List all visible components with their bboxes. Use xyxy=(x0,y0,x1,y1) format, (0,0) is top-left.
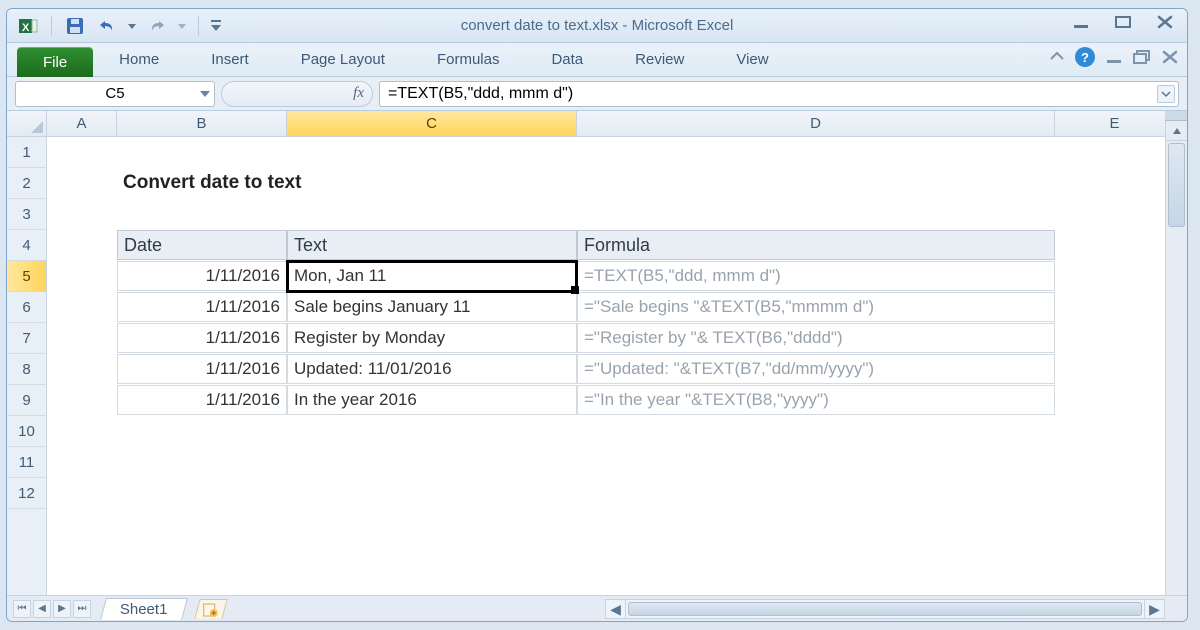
row-header-8[interactable]: 8 xyxy=(7,354,46,385)
row-header-5[interactable]: 5 xyxy=(7,261,46,292)
row-header-9[interactable]: 9 xyxy=(7,385,46,416)
tab-view[interactable]: View xyxy=(710,43,794,76)
row-header-6[interactable]: 6 xyxy=(7,292,46,323)
name-box[interactable]: C5 xyxy=(15,81,215,107)
qat-separator xyxy=(51,16,52,36)
app-name: Microsoft Excel xyxy=(632,17,734,34)
table-header-formula: Formula xyxy=(577,230,1055,260)
cell-c6[interactable]: Sale begins January 11 xyxy=(287,292,577,322)
select-all-corner[interactable] xyxy=(7,111,47,136)
fx-button[interactable]: fx xyxy=(221,81,373,107)
cell-c9[interactable]: In the year 2016 xyxy=(287,385,577,415)
row-header-11[interactable]: 11 xyxy=(7,447,46,478)
tab-insert[interactable]: Insert xyxy=(185,43,275,76)
cell-b5[interactable]: 1/11/2016 xyxy=(117,261,287,291)
cell-c7[interactable]: Register by Monday xyxy=(287,323,577,353)
table-header-date: Date xyxy=(117,230,287,260)
expand-formula-bar-icon[interactable] xyxy=(1157,85,1175,103)
cell-b7[interactable]: 1/11/2016 xyxy=(117,323,287,353)
help-icon[interactable]: ? xyxy=(1075,47,1095,67)
document-name: convert date to text.xlsx xyxy=(461,17,619,34)
save-icon[interactable] xyxy=(62,14,88,38)
col-header-b[interactable]: B xyxy=(117,111,287,136)
row-header-3[interactable]: 3 xyxy=(7,199,46,230)
formula-bar: C5 fx =TEXT(B5,"ddd, mmm d") xyxy=(7,77,1187,111)
titlebar: X convert date to text.xlsx - Microsoft … xyxy=(7,9,1187,43)
name-box-value: C5 xyxy=(105,85,124,102)
cell-b6[interactable]: 1/11/2016 xyxy=(117,292,287,322)
hscroll-thumb[interactable] xyxy=(628,602,1142,616)
sheet-nav-next-icon[interactable]: ▶ xyxy=(53,600,71,618)
row-header-1[interactable]: 1 xyxy=(7,137,46,168)
qat-customize-icon[interactable] xyxy=(209,14,223,38)
name-box-dropdown-icon[interactable] xyxy=(200,90,210,98)
row-header-2[interactable]: 2 xyxy=(7,168,46,199)
close-button[interactable] xyxy=(1151,12,1179,32)
cell-c8[interactable]: Updated: 11/01/2016 xyxy=(287,354,577,384)
excel-app-icon[interactable]: X xyxy=(15,14,41,38)
undo-dropdown-icon[interactable] xyxy=(126,14,138,38)
cell-d8[interactable]: ="Updated: "&TEXT(B7,"dd/mm/yyyy") xyxy=(577,354,1055,384)
quick-access-toolbar: X xyxy=(7,14,223,38)
sheet-title: Convert date to text xyxy=(117,168,287,198)
vertical-scrollbar[interactable] xyxy=(1165,121,1187,595)
sheet-nav-prev-icon[interactable]: ◀ xyxy=(33,600,51,618)
sheet-tab-sheet1[interactable]: Sheet1 xyxy=(100,598,187,620)
formula-input[interactable]: =TEXT(B5,"ddd, mmm d") xyxy=(379,81,1179,107)
workbook-minimize-icon[interactable] xyxy=(1105,50,1123,64)
tab-review[interactable]: Review xyxy=(609,43,710,76)
tab-formulas[interactable]: Formulas xyxy=(411,43,526,76)
cells-area[interactable]: Convert date to text Date Text Formula 1… xyxy=(47,137,1187,595)
column-headers: A B C D E xyxy=(7,111,1187,137)
scroll-right-icon[interactable]: ▶ xyxy=(1144,600,1164,618)
cell-d7[interactable]: ="Register by "& TEXT(B6,"dddd") xyxy=(577,323,1055,353)
col-header-d[interactable]: D xyxy=(577,111,1055,136)
row-header-7[interactable]: 7 xyxy=(7,323,46,354)
col-header-c[interactable]: C xyxy=(287,111,577,136)
split-handle[interactable] xyxy=(1165,111,1187,121)
ribbon-tabs: File Home Insert Page Layout Formulas Da… xyxy=(7,43,1187,77)
tab-data[interactable]: Data xyxy=(525,43,609,76)
window-controls xyxy=(1067,12,1179,32)
cell-c5[interactable]: Mon, Jan 11 xyxy=(287,261,577,291)
tab-home[interactable]: Home xyxy=(93,43,185,76)
horizontal-scrollbar[interactable]: ◀ ▶ xyxy=(605,599,1165,619)
row-header-12[interactable]: 12 xyxy=(7,478,46,509)
cell-d9[interactable]: ="In the year "&TEXT(B8,"yyyy") xyxy=(577,385,1055,415)
row-header-4[interactable]: 4 xyxy=(7,230,46,261)
scroll-up-icon[interactable] xyxy=(1166,121,1187,141)
scroll-thumb[interactable] xyxy=(1168,143,1185,227)
cell-d5[interactable]: =TEXT(B5,"ddd, mmm d") xyxy=(577,261,1055,291)
minimize-ribbon-icon[interactable] xyxy=(1049,50,1065,64)
ribbon-right-controls: ? xyxy=(1049,47,1179,67)
minimize-button[interactable] xyxy=(1067,12,1095,32)
scroll-left-icon[interactable]: ◀ xyxy=(606,600,626,618)
table-header-text: Text xyxy=(287,230,577,260)
formula-text: =TEXT(B5,"ddd, mmm d") xyxy=(388,85,573,103)
workbook-close-icon[interactable] xyxy=(1161,50,1179,64)
new-sheet-icon[interactable] xyxy=(194,599,227,619)
file-tab[interactable]: File xyxy=(17,47,93,77)
workbook-restore-icon[interactable] xyxy=(1133,50,1151,64)
redo-dropdown-icon[interactable] xyxy=(176,14,188,38)
fx-label: fx xyxy=(353,85,364,102)
cell-b9[interactable]: 1/11/2016 xyxy=(117,385,287,415)
col-header-a[interactable]: A xyxy=(47,111,117,136)
maximize-button[interactable] xyxy=(1109,12,1137,32)
excel-window: X convert date to text.xlsx - Microsoft … xyxy=(6,8,1188,622)
row-headers: 1 2 3 4 5 6 7 8 9 10 11 12 xyxy=(7,137,47,595)
sheet-nav-last-icon[interactable]: ⏭ xyxy=(73,600,91,618)
spreadsheet-grid[interactable]: A B C D E 1 2 3 4 5 6 7 8 9 10 11 12 xyxy=(7,111,1187,595)
cell-b8[interactable]: 1/11/2016 xyxy=(117,354,287,384)
qat-separator xyxy=(198,16,199,36)
tab-page-layout[interactable]: Page Layout xyxy=(275,43,411,76)
redo-icon[interactable] xyxy=(144,14,170,38)
svg-text:X: X xyxy=(22,22,30,34)
col-header-e[interactable]: E xyxy=(1055,111,1175,136)
sheet-tab-bar: ⏮ ◀ ▶ ⏭ Sheet1 ◀ ▶ xyxy=(7,595,1187,621)
undo-icon[interactable] xyxy=(94,14,120,38)
row-header-10[interactable]: 10 xyxy=(7,416,46,447)
sheet-nav-first-icon[interactable]: ⏮ xyxy=(13,600,31,618)
cell-d6[interactable]: ="Sale begins "&TEXT(B5,"mmmm d") xyxy=(577,292,1055,322)
